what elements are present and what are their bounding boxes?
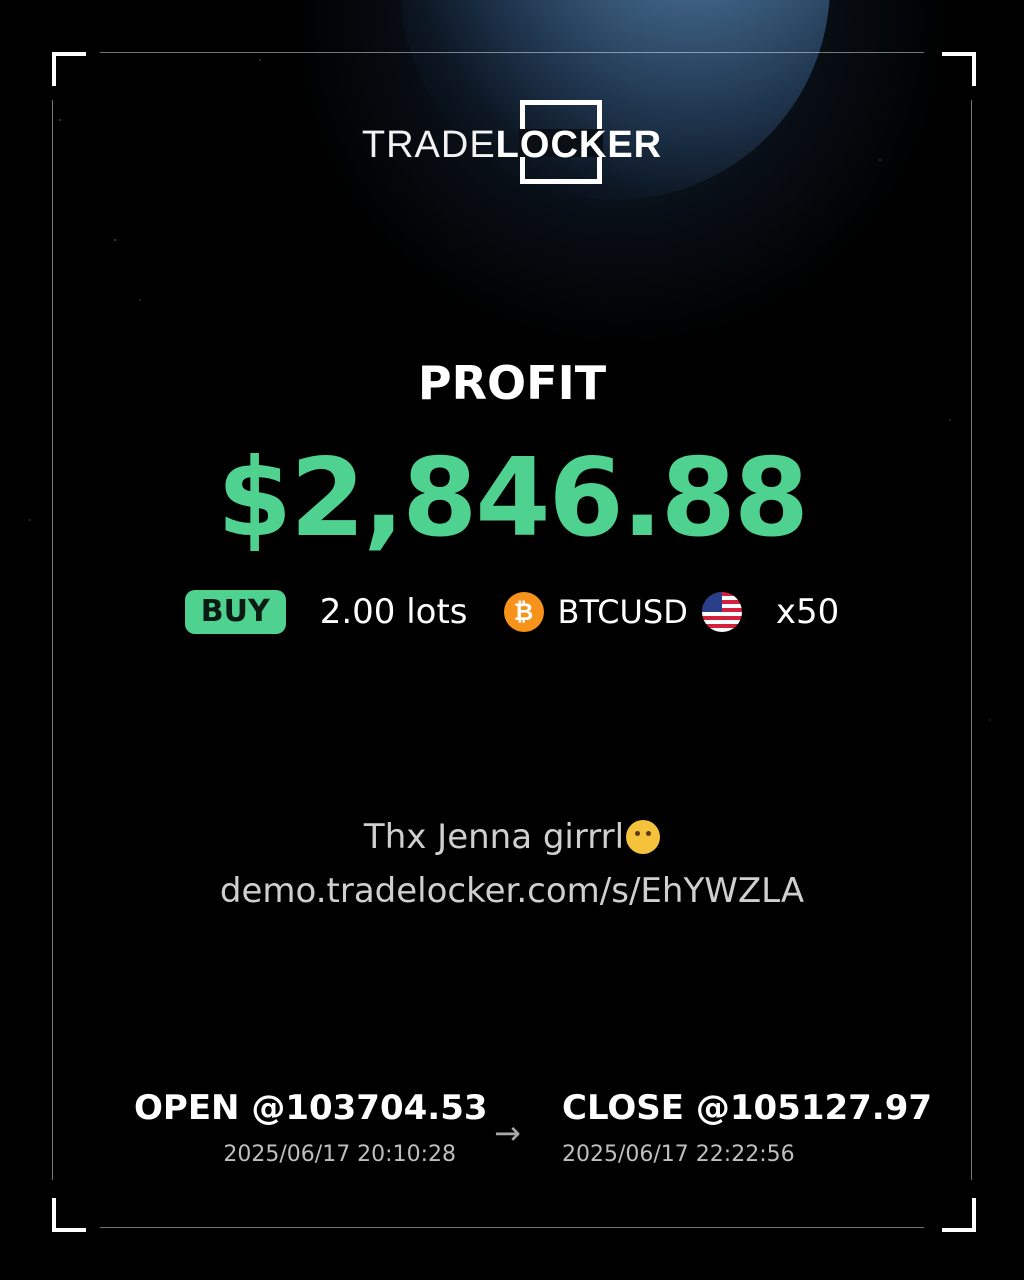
frame-corner-top-right — [942, 52, 976, 86]
share-note: Thx Jenna girrrl demo.tradelocker.com/s/… — [0, 810, 1024, 918]
bitcoin-icon: ₿ — [503, 592, 544, 632]
frame-right-line — [971, 100, 972, 1180]
open-time: 2025/06/17 20:10:28 — [223, 1142, 456, 1167]
close-price: CLOSE @105127.97 — [562, 1088, 933, 1128]
lot-size: 2.00 lots — [319, 592, 468, 632]
frame-top-line — [100, 52, 924, 53]
frame-corner-bottom-right — [942, 1198, 976, 1232]
close-position-block: CLOSE @105127.97 2025/06/17 22:22:56 — [562, 1088, 933, 1167]
tradelocker-logo: TRADELOCKER — [0, 100, 1024, 189]
open-position-block: OPEN @103704.53 2025/06/17 20:10:28 — [134, 1088, 488, 1167]
open-price: OPEN @103704.53 — [134, 1088, 488, 1128]
frame-corner-bottom-left — [52, 1198, 86, 1232]
us-flag-icon — [701, 592, 742, 632]
note-message: Thx Jenna girrrl — [363, 817, 625, 857]
leverage: x50 — [775, 592, 840, 632]
side-badge: BUY — [184, 590, 286, 634]
trade-summary-row: BUY 2.00 lots ₿ BTCUSD x50 — [0, 590, 1024, 634]
logo-text-bold: LOCKER — [495, 124, 663, 166]
frame-left-line — [52, 100, 53, 1180]
share-link[interactable]: demo.tradelocker.com/s/EhYWZLA — [0, 864, 1024, 918]
close-time: 2025/06/17 22:22:56 — [562, 1142, 795, 1167]
result-label: PROFIT — [417, 356, 607, 410]
profit-amount: $2,846.88 — [216, 436, 809, 561]
instrument-symbol: BTCUSD — [557, 593, 688, 631]
hugging-face-emoji-icon — [626, 820, 661, 854]
arrow-right-icon: → — [494, 1114, 521, 1152]
frame-corner-top-left — [52, 52, 86, 86]
frame-bottom-line — [100, 1227, 924, 1228]
logo-text-light: TRADE — [361, 124, 496, 166]
